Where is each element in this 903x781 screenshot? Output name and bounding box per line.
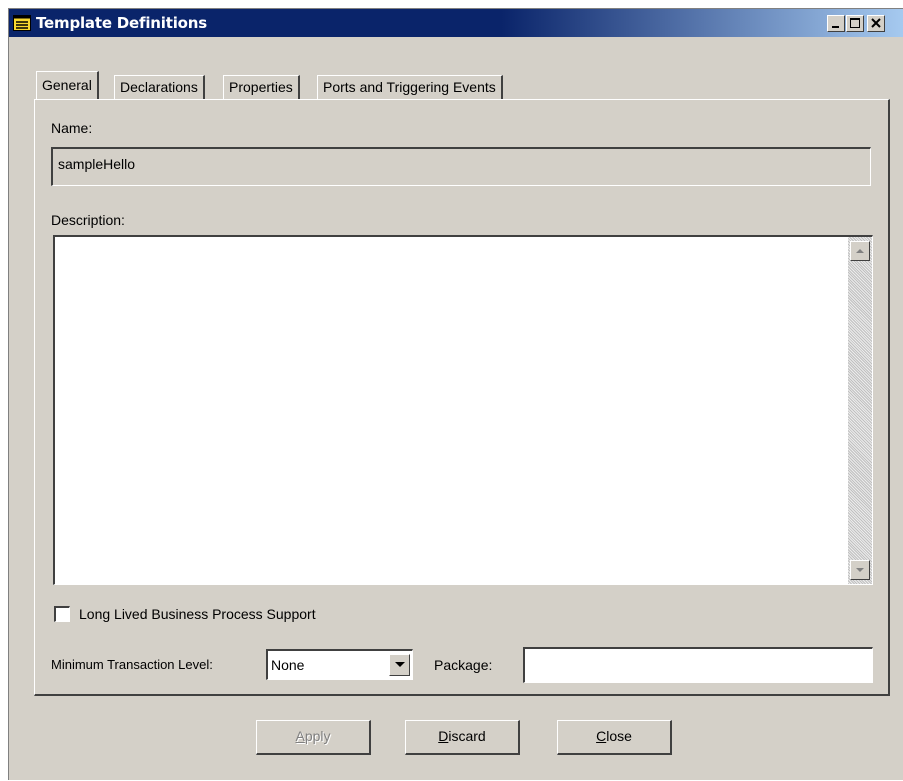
dialog-body: General Declarations Properties Ports an… bbox=[9, 37, 903, 781]
min-transaction-select[interactable]: None bbox=[266, 649, 413, 680]
tab-general[interactable]: General bbox=[36, 71, 99, 99]
name-label: Name: bbox=[51, 120, 93, 136]
tab-properties[interactable]: Properties bbox=[223, 75, 300, 99]
close-icon bbox=[871, 18, 881, 28]
name-value: sampleHello bbox=[58, 156, 136, 172]
description-textarea[interactable] bbox=[53, 235, 873, 585]
long-lived-label: Long Lived Business Process Support bbox=[79, 606, 316, 622]
minimize-button[interactable] bbox=[827, 15, 845, 32]
min-transaction-value: None bbox=[271, 657, 305, 673]
long-lived-checkbox[interactable] bbox=[54, 606, 70, 622]
minimize-icon bbox=[832, 26, 839, 28]
title-bar[interactable]: Template Definitions bbox=[9, 9, 903, 37]
close-accel: C bbox=[596, 728, 607, 744]
maximize-icon bbox=[850, 18, 860, 28]
window-title: Template Definitions bbox=[36, 14, 207, 32]
arrow-up-icon bbox=[856, 249, 864, 253]
apply-button[interactable]: Apply bbox=[256, 720, 371, 755]
maximize-button[interactable] bbox=[846, 15, 864, 32]
template-definitions-window: Template Definitions General Declaration… bbox=[8, 8, 903, 780]
tab-general-label: General bbox=[42, 77, 92, 93]
template-icon bbox=[13, 14, 31, 32]
description-label: Description: bbox=[51, 212, 125, 228]
dropdown-button[interactable] bbox=[389, 654, 410, 676]
tab-declarations-label: Declarations bbox=[120, 79, 198, 95]
scroll-up-button[interactable] bbox=[850, 241, 870, 261]
close-button[interactable]: Close bbox=[557, 720, 672, 755]
name-field[interactable]: sampleHello bbox=[51, 147, 871, 186]
discard-label-rest: iscard bbox=[448, 728, 486, 744]
package-label: Package: bbox=[434, 657, 493, 673]
general-tab-panel: Name: sampleHello Description: Long Live… bbox=[34, 99, 890, 696]
tab-ports-label: Ports and Triggering Events bbox=[323, 79, 496, 95]
arrow-down-icon bbox=[856, 568, 864, 572]
tab-ports-and-triggering-events[interactable]: Ports and Triggering Events bbox=[317, 75, 503, 99]
chevron-down-icon bbox=[395, 662, 405, 667]
scroll-down-button[interactable] bbox=[850, 560, 870, 580]
close-window-button[interactable] bbox=[867, 15, 885, 32]
min-transaction-label: Minimum Transaction Level: bbox=[51, 657, 213, 672]
discard-button[interactable]: Discard bbox=[405, 720, 520, 755]
discard-accel: D bbox=[438, 728, 449, 744]
description-scrollbar[interactable] bbox=[848, 237, 872, 584]
tab-declarations[interactable]: Declarations bbox=[114, 75, 205, 99]
apply-accel: A bbox=[295, 728, 305, 744]
close-label-rest: lose bbox=[606, 728, 632, 744]
apply-label-rest: pply bbox=[304, 728, 331, 744]
package-input[interactable] bbox=[523, 647, 873, 683]
tab-properties-label: Properties bbox=[229, 79, 293, 95]
